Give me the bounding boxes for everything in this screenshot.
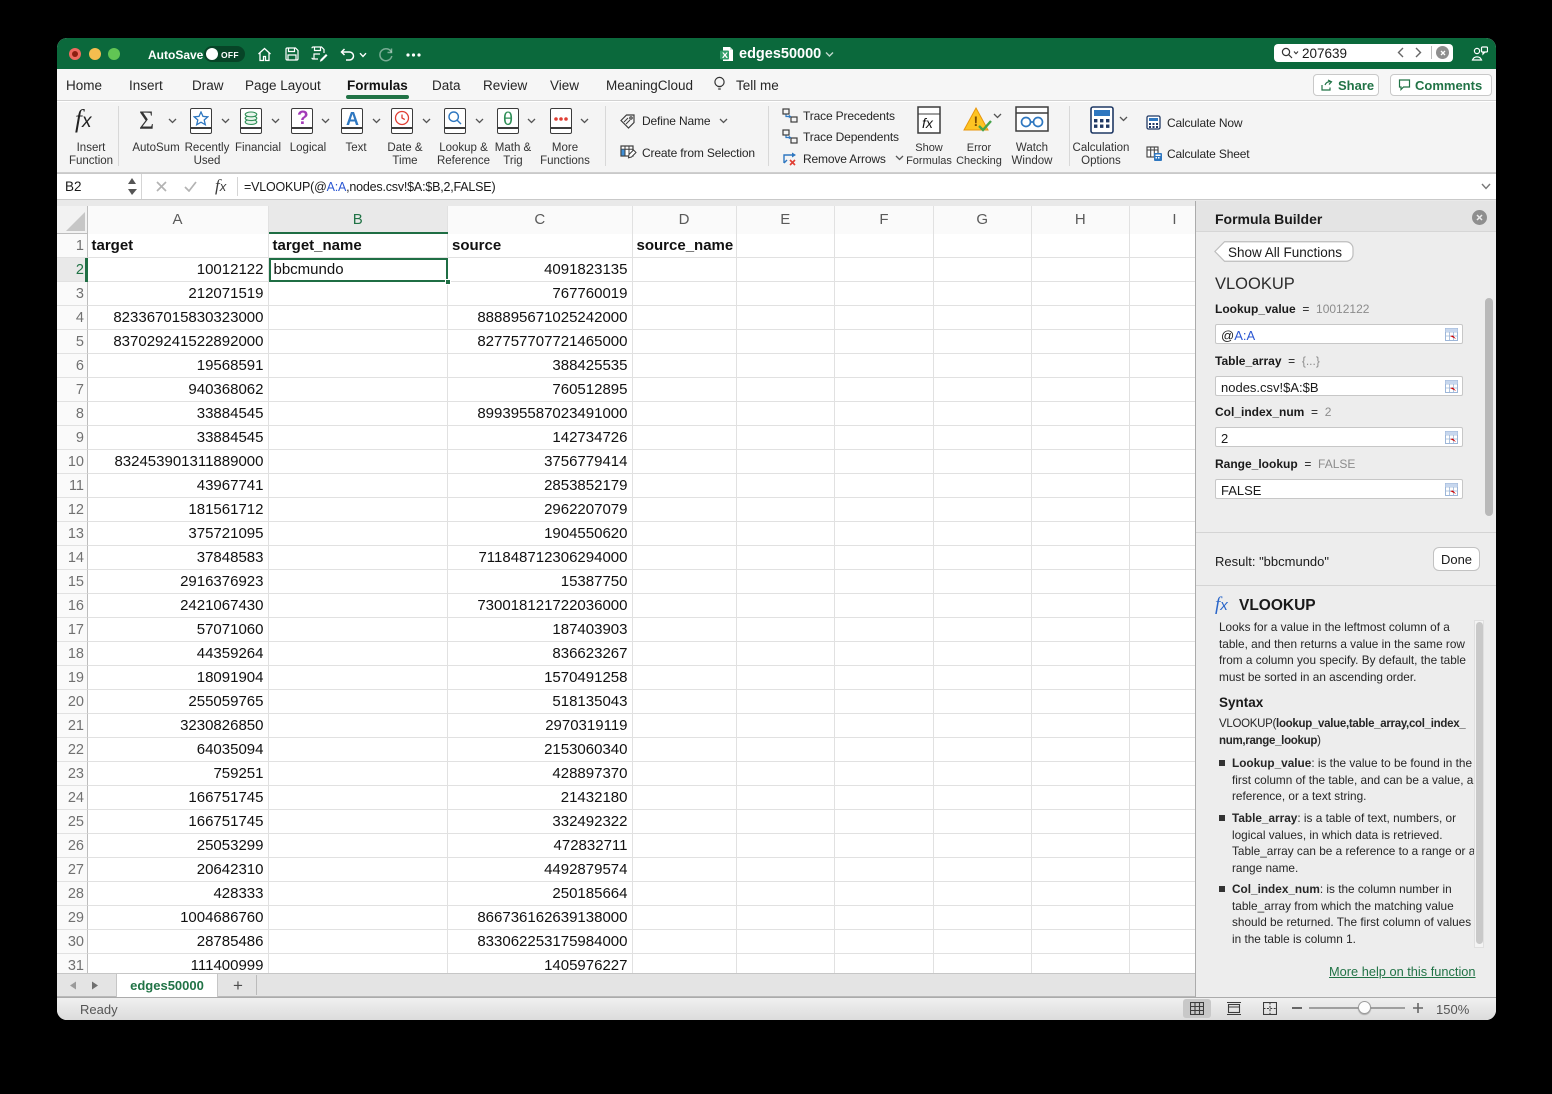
- svg-text:!: !: [974, 113, 979, 129]
- svg-text:fx: fx: [922, 115, 934, 131]
